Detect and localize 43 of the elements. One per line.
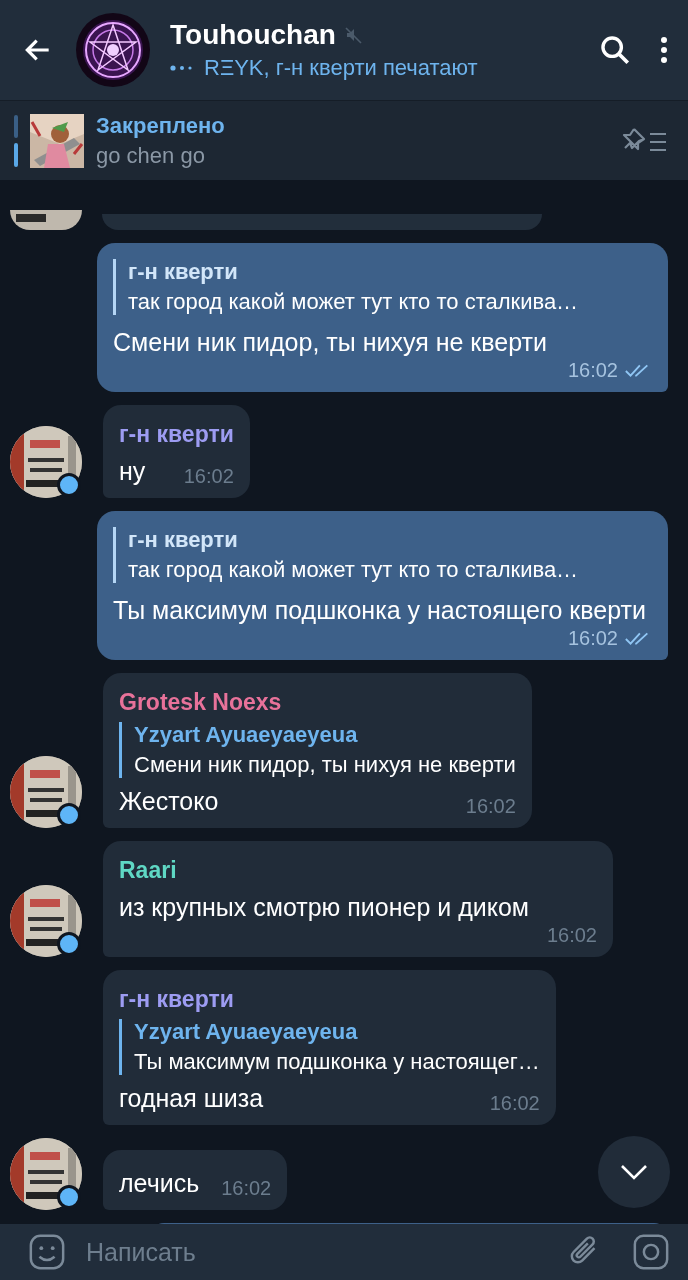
- camera-icon[interactable]: [632, 1233, 670, 1271]
- reply-text: так город какой может тут кто то сталкива…: [128, 557, 580, 583]
- reply-author: г-н кверти: [128, 259, 239, 285]
- pinned-message: go chen go: [96, 142, 206, 169]
- message-time: 16:02: [489, 1092, 540, 1115]
- message-time: 16:02: [546, 924, 597, 947]
- sender-name: Raari: [119, 857, 178, 884]
- emoji-icon[interactable]: [28, 1233, 66, 1271]
- message-text: Ты максимум подшконка у настоящего кверти: [113, 595, 646, 626]
- message-time: 16:02: [465, 795, 516, 818]
- pin-position-icon: [14, 114, 18, 167]
- message-text: из крупных смотрю пионер и диком: [119, 892, 530, 923]
- message-time: 16:02: [567, 627, 618, 650]
- typing-status: RΞYK, г-н кверти печатают: [204, 55, 478, 81]
- sender-name: г-н кверти: [119, 986, 235, 1013]
- message-time: 16:02: [567, 359, 618, 382]
- sender-name: г-н кверти: [119, 421, 234, 448]
- message-composer[interactable]: Написать: [0, 1224, 688, 1280]
- reply-quote[interactable]: Yzyart Ayuaeyaeyeua Смени ник пидор, ты нихуя не кверти: [119, 722, 516, 778]
- reply-quote[interactable]: Yzyart Ayuaeyaeyeua Ты максимум подшконка у настоящег…: [119, 1019, 540, 1075]
- pinned-label: Закреплено: [96, 112, 226, 139]
- reply-text: так город какой может тут кто то сталкива…: [128, 289, 580, 315]
- reply-author: Yzyart Ayuaeyaeyeua: [134, 722, 359, 748]
- message-time: 16:02: [221, 1177, 272, 1200]
- message-time: 16:02: [183, 465, 234, 488]
- reply-quote[interactable]: г-н кверти так город какой может тут кто то сталкива…: [113, 527, 652, 583]
- pinned-bar[interactable]: Закреплено go chen go: [0, 100, 688, 180]
- message-text: Жестоко: [119, 786, 219, 817]
- reply-text: Смени ник пидор, ты нихуя не кверти: [134, 752, 516, 778]
- reply-author: Yzyart Ayuaeyaeyeua: [134, 1019, 359, 1045]
- message-text: годная шиза: [119, 1083, 264, 1114]
- more-icon[interactable]: [660, 36, 668, 64]
- reply-text: Ты максимум подшконка у настоящег…: [134, 1049, 540, 1075]
- chat-title: Touhouchan: [170, 19, 336, 51]
- reply-quote[interactable]: г-н кверти так город какой может тут кто то сталкива…: [113, 259, 652, 315]
- reply-author: г-н кверти: [128, 527, 239, 553]
- message-text: Смени ник пидор, ты нихуя не кверти: [113, 327, 547, 358]
- search-icon[interactable]: [598, 33, 632, 67]
- message-text: лечись: [119, 1168, 200, 1199]
- message-text: ну: [119, 456, 146, 487]
- message-input[interactable]: Написать: [86, 1237, 546, 1267]
- chevron-down-icon: [619, 1163, 649, 1181]
- sender-name: Grotesk Noexs: [119, 689, 283, 716]
